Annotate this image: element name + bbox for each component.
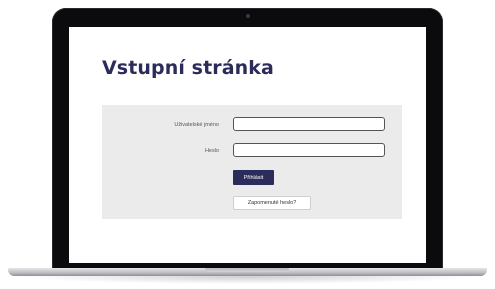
username-label: Uživatelské jméno (174, 122, 219, 128)
password-label: Heslo (204, 148, 219, 154)
laptop-screen: Vstupní stránka Uživatelské jméno Heslo … (69, 27, 426, 263)
forgot-password-button[interactable]: Zapomenuté heslo? (233, 196, 311, 210)
password-input[interactable] (233, 143, 385, 157)
page-title: Vstupní stránka (102, 57, 274, 79)
username-input[interactable] (233, 117, 385, 131)
login-button[interactable]: Přihlásit (233, 170, 274, 185)
laptop-notch (205, 268, 289, 272)
login-panel: Uživatelské jméno Heslo Přihlásit Zapome… (102, 105, 402, 219)
camera-icon (246, 14, 250, 18)
laptop-lid: Vstupní stránka Uživatelské jméno Heslo … (52, 8, 443, 272)
